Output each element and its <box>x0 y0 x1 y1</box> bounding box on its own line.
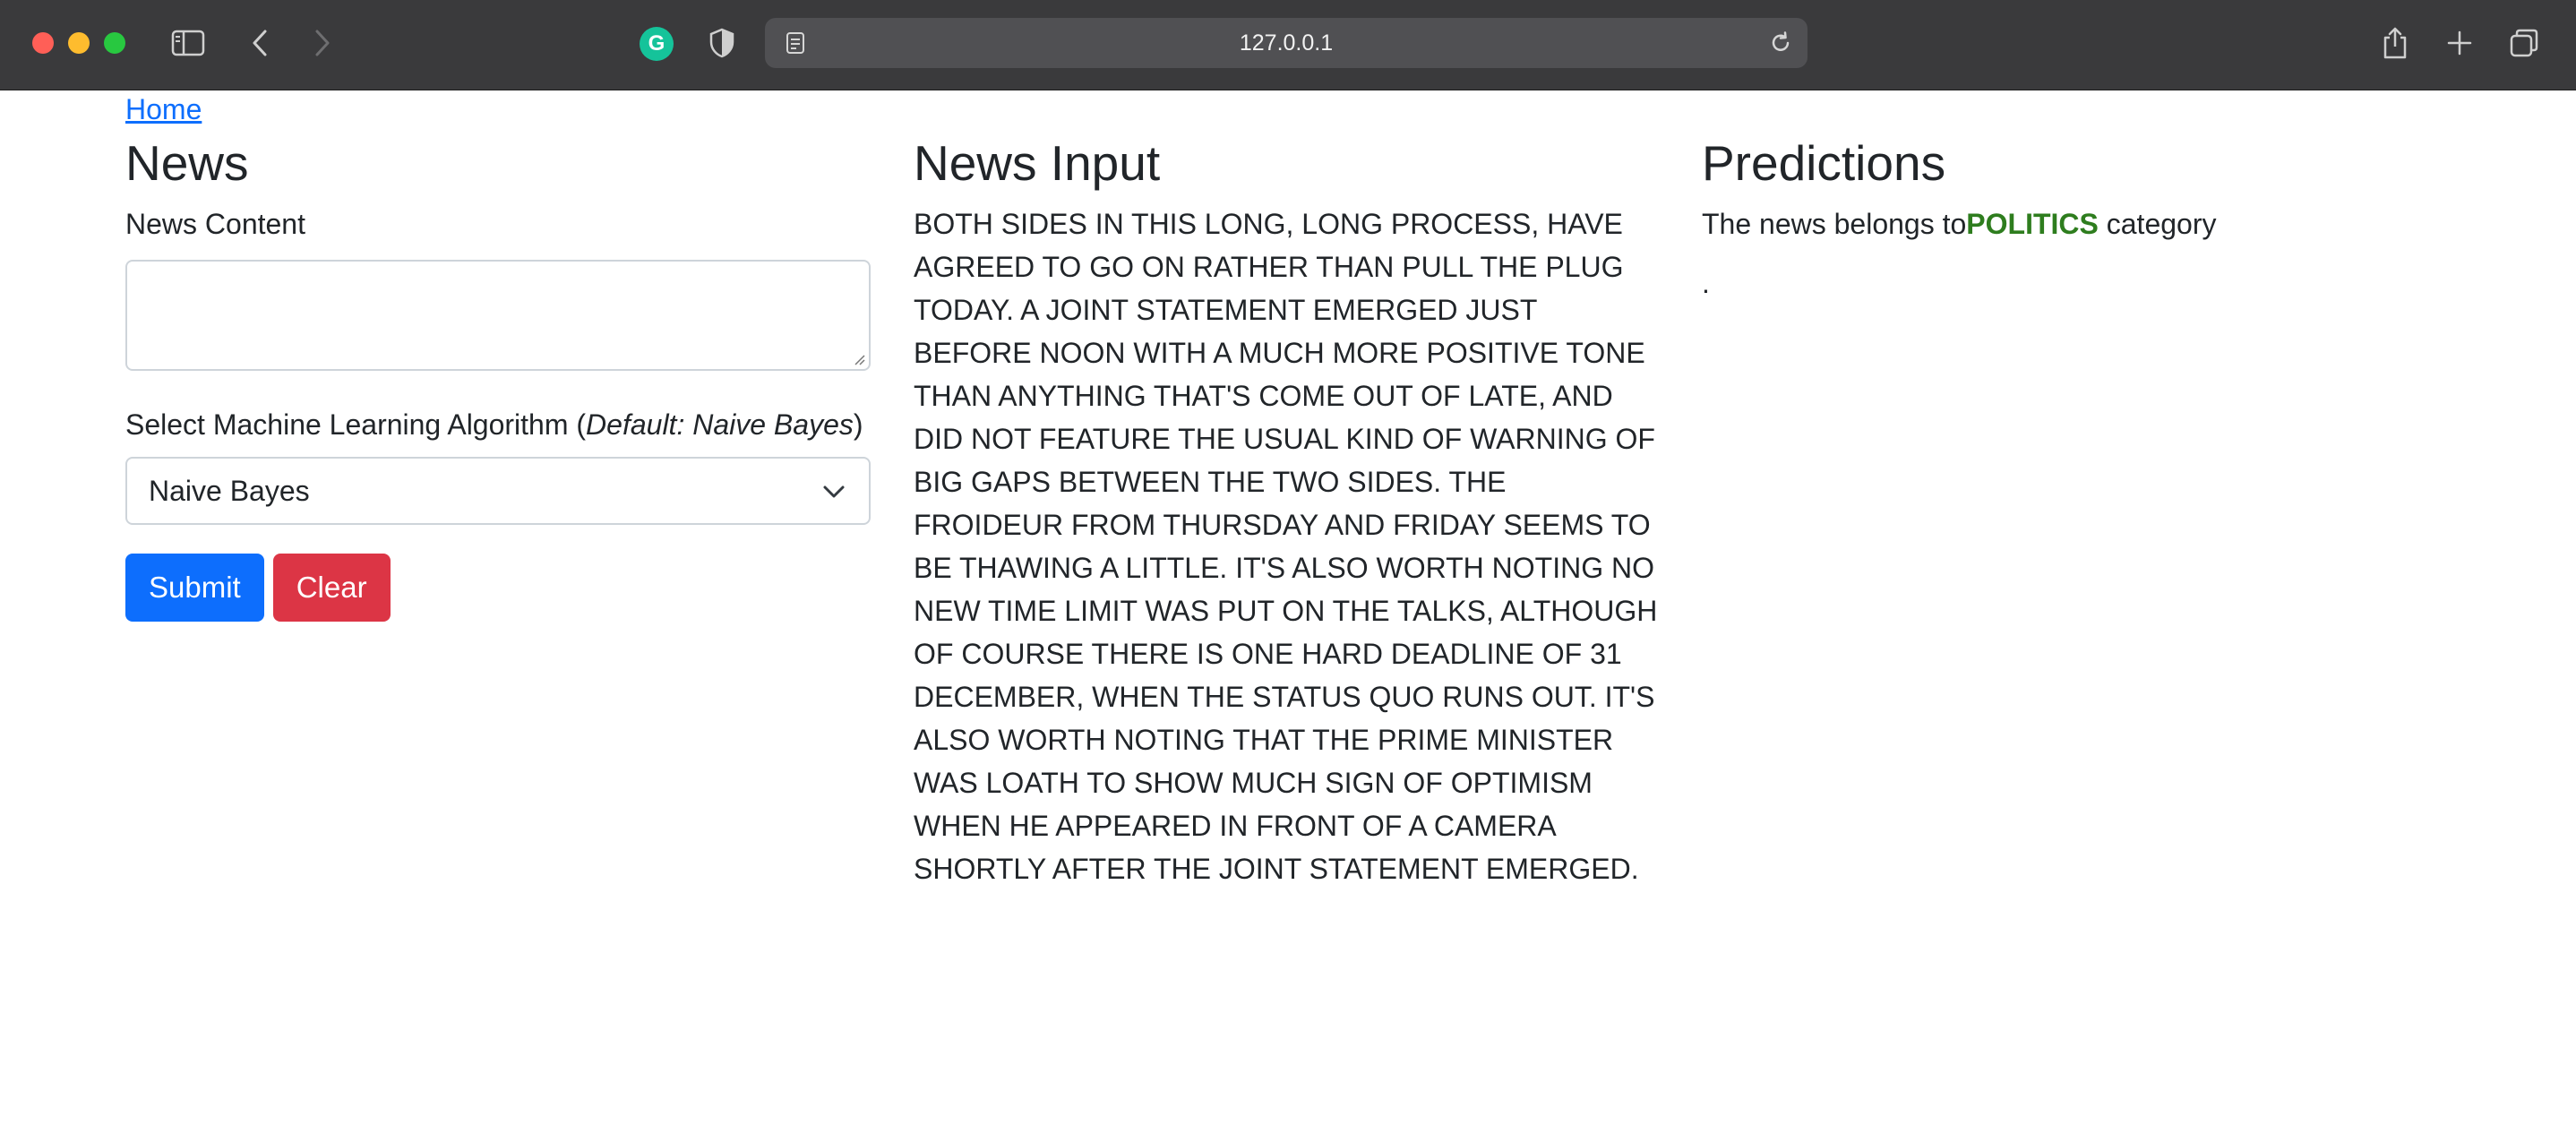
browser-toolbar: G 127.0.0.1 <box>0 0 2576 90</box>
prediction-prefix: The news belongs to <box>1702 208 1967 240</box>
reload-icon[interactable] <box>1763 25 1799 61</box>
forward-icon[interactable] <box>305 25 340 61</box>
news-input-column: News Input BOTH SIDES IN THIS LONG, LONG… <box>914 133 1659 890</box>
news-form-column: News News Content Select Machine Learnin… <box>125 133 871 622</box>
minimize-window-button[interactable] <box>68 32 90 54</box>
submit-button[interactable]: Submit <box>125 554 264 622</box>
predictions-heading: Predictions <box>1702 135 1946 191</box>
grammarly-extension-icon[interactable]: G <box>640 27 674 61</box>
resize-handle-icon[interactable] <box>853 353 865 365</box>
new-tab-icon[interactable] <box>2442 25 2477 61</box>
address-text: 127.0.0.1 <box>1239 30 1334 56</box>
news-content-label: News Content <box>125 208 305 240</box>
chevron-down-icon <box>823 485 845 498</box>
algorithm-select[interactable]: Naive Bayes <box>125 457 871 525</box>
algorithm-label-prefix: Select Machine Learning Algorithm ( <box>125 408 587 441</box>
news-input-text: BOTH SIDES IN THIS LONG, LONG PROCESS, H… <box>914 208 1658 885</box>
clear-button[interactable]: Clear <box>272 554 391 622</box>
privacy-shield-icon[interactable] <box>704 25 740 61</box>
prediction-category: POLITICS <box>1966 208 2099 240</box>
prediction-result: The news belongs toPOLITICS category <box>1702 202 2447 245</box>
prediction-trailing: . <box>1702 267 1710 299</box>
share-icon[interactable] <box>2377 25 2413 61</box>
form-actions: Submit Clear <box>125 554 871 622</box>
news-content-textarea[interactable] <box>125 260 871 371</box>
news-heading: News <box>125 135 249 191</box>
maximize-window-button[interactable] <box>104 32 125 54</box>
algorithm-selected-value: Naive Bayes <box>149 475 310 507</box>
sidebar-toggle-icon[interactable] <box>170 25 206 61</box>
address-bar[interactable]: 127.0.0.1 <box>765 18 1807 68</box>
prediction-suffix: category <box>2098 208 2217 240</box>
close-window-button[interactable] <box>32 32 54 54</box>
home-link[interactable]: Home <box>125 93 202 126</box>
algorithm-label: Select Machine Learning Algorithm (Defau… <box>125 403 871 446</box>
predictions-column: Predictions The news belongs toPOLITICS … <box>1702 133 2447 305</box>
tab-overview-icon[interactable] <box>2506 25 2542 61</box>
news-input-heading: News Input <box>914 135 1161 191</box>
algorithm-label-default: Default: Naive Bayes <box>586 408 854 441</box>
algorithm-label-suffix: ) <box>853 408 863 441</box>
back-icon[interactable] <box>242 25 278 61</box>
